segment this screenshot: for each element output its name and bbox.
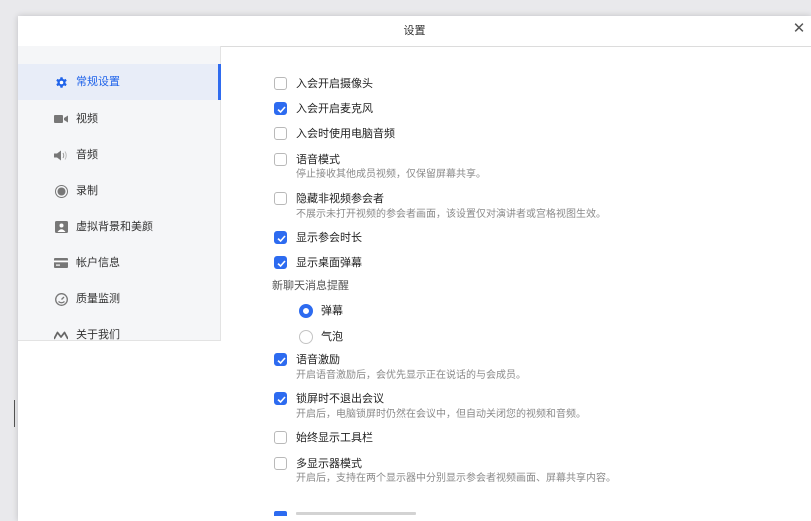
setting-label: 语音激励 <box>296 353 340 366</box>
chat-reminder-heading: 新聊天消息提醒 <box>272 279 349 292</box>
radio-selected[interactable] <box>299 304 313 318</box>
sidebar-item-label: 关于我们 <box>76 328 120 341</box>
window-title: 设置 <box>403 24 426 37</box>
about-icon <box>54 329 68 341</box>
setting-label: 语音模式 <box>296 153 340 166</box>
speaker-icon <box>54 149 68 161</box>
sidebar-item-video[interactable]: 视频 <box>18 101 220 137</box>
sidebar-item-general[interactable]: 常规设置 <box>18 64 221 100</box>
checkbox-checked[interactable] <box>274 353 287 366</box>
close-icon[interactable]: ✕ <box>791 20 807 36</box>
radio-label: 气泡 <box>321 330 343 343</box>
title-bar: 设置 ✕ <box>18 16 811 47</box>
cut-off-checkbox <box>274 511 287 516</box>
checkmark-icon <box>277 260 286 268</box>
record-icon <box>54 184 68 198</box>
sidebar-item-label: 虚拟背景和美颜 <box>76 220 153 233</box>
setting-label: 入会开启麦克风 <box>296 102 373 115</box>
sidebar-item-about[interactable]: 关于我们 <box>18 317 220 353</box>
sidebar-item-recording[interactable]: 录制 <box>18 173 220 209</box>
setting-label: 显示桌面弹幕 <box>296 256 362 269</box>
setting-label: 锁屏时不退出会议 <box>296 392 384 405</box>
checkmark-icon <box>277 106 286 114</box>
settings-window: 设置 ✕ 常规设置 视频 音频 录制 虚拟背景和美颜 帐户信息 质量监测 关于我… <box>18 16 811 521</box>
gauge-icon <box>54 292 68 306</box>
sidebar-item-virtual-background[interactable]: 虚拟背景和美颜 <box>18 209 220 245</box>
checkbox[interactable] <box>274 77 287 90</box>
sidebar-item-quality[interactable]: 质量监测 <box>18 281 220 317</box>
checkbox[interactable] <box>274 457 287 470</box>
sidebar-item-label: 录制 <box>76 184 98 197</box>
sidebar-item-label: 常规设置 <box>76 75 120 88</box>
checkbox[interactable] <box>274 431 287 444</box>
cut-off-label <box>296 512 416 515</box>
setting-label: 入会时使用电脑音频 <box>296 127 395 140</box>
sidebar: 常规设置 视频 音频 录制 虚拟背景和美颜 帐户信息 质量监测 关于我们 <box>18 46 221 341</box>
setting-label: 始终显示工具栏 <box>296 431 373 444</box>
setting-label: 入会开启摄像头 <box>296 77 373 90</box>
settings-content: 入会开启摄像头 入会开启麦克风 入会时使用电脑音频 语音模式 停止接收其他成员视… <box>221 46 811 521</box>
sidebar-item-label: 帐户信息 <box>76 256 120 269</box>
radio[interactable] <box>299 330 313 344</box>
setting-description: 开启后，支持在两个显示器中分别显示参会者视频画面、屏幕共享内容。 <box>296 473 616 484</box>
video-icon <box>54 113 68 125</box>
setting-label: 显示参会时长 <box>296 231 362 244</box>
sidebar-item-audio[interactable]: 音频 <box>18 137 220 173</box>
setting-description: 开启语音激励后，会优先显示正在说话的与会成员。 <box>296 370 526 381</box>
gear-icon <box>54 76 68 88</box>
sidebar-item-label: 质量监测 <box>76 292 120 305</box>
sidebar-item-label: 视频 <box>76 112 98 125</box>
setting-label: 多显示器模式 <box>296 457 362 470</box>
setting-label: 隐藏非视频参会者 <box>296 192 384 205</box>
sidebar-item-label: 音频 <box>76 148 98 161</box>
checkmark-icon <box>277 357 286 365</box>
checkbox[interactable] <box>274 153 287 166</box>
radio-label: 弹幕 <box>321 304 343 317</box>
checkbox[interactable] <box>274 192 287 205</box>
left-edge-mark <box>14 400 15 427</box>
card-icon <box>54 257 68 269</box>
portrait-icon <box>54 221 68 233</box>
setting-description: 不展示未打开视频的参会者画面，该设置仅对演讲者或宫格视图生效。 <box>296 209 606 220</box>
checkbox[interactable] <box>274 127 287 140</box>
checkbox-checked[interactable] <box>274 256 287 269</box>
checkbox-checked[interactable] <box>274 392 287 405</box>
checkbox-checked[interactable] <box>274 231 287 244</box>
checkbox-checked[interactable] <box>274 102 287 115</box>
checkmark-icon <box>277 235 286 243</box>
setting-description: 开启后，电脑锁屏时仍然在会议中，但自动关闭您的视频和音频。 <box>296 409 586 420</box>
checkmark-icon <box>277 396 286 404</box>
setting-description: 停止接收其他成员视频，仅保留屏幕共享。 <box>296 169 486 180</box>
sidebar-item-account[interactable]: 帐户信息 <box>18 245 220 281</box>
